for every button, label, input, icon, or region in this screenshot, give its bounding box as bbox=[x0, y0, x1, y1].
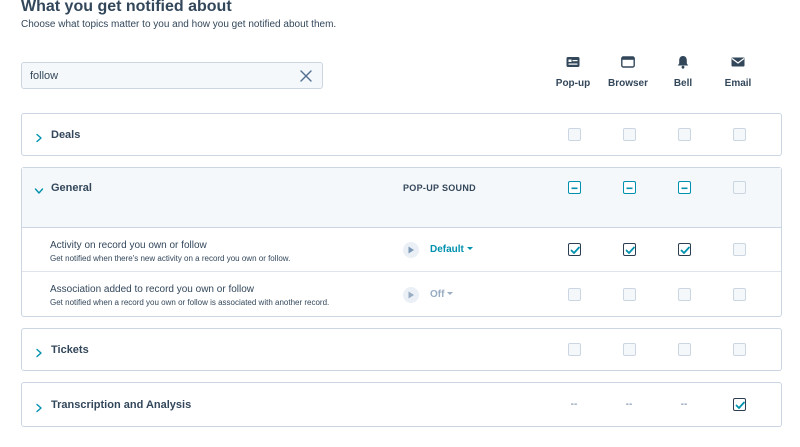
checkbox-activity-browser[interactable] bbox=[623, 243, 636, 256]
checkbox-activity-bell[interactable] bbox=[678, 243, 691, 256]
sound-dropdown[interactable]: Default bbox=[430, 244, 473, 255]
row-description: Get notified when there's new activity o… bbox=[50, 254, 291, 263]
search-box bbox=[21, 62, 323, 89]
caret-down-icon bbox=[447, 292, 454, 295]
notification-row: Activity on record you own or follow Get… bbox=[22, 228, 781, 272]
search-input[interactable] bbox=[28, 67, 288, 85]
page-title: What you get notified about bbox=[21, 0, 232, 15]
checkbox-general-bell[interactable] bbox=[678, 181, 691, 194]
browser-icon bbox=[600, 55, 656, 71]
checkbox-association-bell[interactable] bbox=[678, 288, 691, 301]
checkbox-general-popup[interactable] bbox=[568, 181, 581, 194]
play-sound-button[interactable] bbox=[403, 242, 419, 258]
not-available-bell: -- bbox=[680, 399, 688, 410]
column-header-popup: Pop-up bbox=[545, 55, 601, 89]
column-header-browser: Browser bbox=[600, 55, 656, 89]
column-header-email: Email bbox=[710, 55, 766, 89]
checkbox-general-email[interactable] bbox=[733, 181, 746, 194]
category-label-transcription[interactable]: Transcription and Analysis bbox=[51, 399, 191, 411]
checkbox-activity-popup[interactable] bbox=[568, 243, 581, 256]
checkbox-tickets-bell[interactable] bbox=[678, 343, 691, 356]
chevron-right-icon[interactable] bbox=[34, 400, 44, 413]
page-subtitle: Choose what topics matter to you and how… bbox=[21, 19, 337, 30]
play-sound-button[interactable] bbox=[403, 287, 419, 303]
category-card-transcription: Transcription and Analysis -- -- -- bbox=[21, 382, 782, 427]
checkbox-transcription-email[interactable] bbox=[733, 398, 746, 411]
chevron-right-icon[interactable] bbox=[34, 345, 44, 358]
not-available-popup: -- bbox=[570, 399, 578, 410]
checkbox-deals-bell[interactable] bbox=[678, 128, 691, 141]
sound-dropdown[interactable]: Off bbox=[430, 289, 454, 300]
bell-icon bbox=[655, 55, 711, 71]
category-label-general[interactable]: General bbox=[51, 182, 92, 194]
row-title: Activity on record you own or follow bbox=[50, 240, 207, 251]
checkbox-tickets-popup[interactable] bbox=[568, 343, 581, 356]
category-card-deals: Deals bbox=[21, 113, 782, 156]
checkbox-association-browser[interactable] bbox=[623, 288, 636, 301]
row-description: Get notified when a record you own or fo… bbox=[50, 298, 330, 307]
checkbox-activity-email[interactable] bbox=[733, 243, 746, 256]
checkbox-tickets-email[interactable] bbox=[733, 343, 746, 356]
category-label-deals[interactable]: Deals bbox=[51, 129, 80, 141]
not-available-browser: -- bbox=[625, 399, 633, 410]
email-icon bbox=[710, 55, 766, 71]
row-title: Association added to record you own or f… bbox=[50, 284, 255, 295]
checkbox-deals-popup[interactable] bbox=[568, 128, 581, 141]
caret-down-icon bbox=[466, 247, 473, 250]
checkbox-deals-email[interactable] bbox=[733, 128, 746, 141]
checkbox-deals-browser[interactable] bbox=[623, 128, 636, 141]
pop-up-sound-header: POP-UP SOUND bbox=[403, 183, 476, 193]
clear-search-icon[interactable] bbox=[299, 69, 313, 83]
checkbox-general-browser[interactable] bbox=[623, 181, 636, 194]
category-card-tickets: Tickets bbox=[21, 328, 782, 371]
checkbox-association-popup[interactable] bbox=[568, 288, 581, 301]
category-card-general: General POP-UP SOUND Activity on record … bbox=[21, 167, 782, 317]
column-header-bell: Bell bbox=[655, 55, 711, 89]
checkbox-tickets-browser[interactable] bbox=[623, 343, 636, 356]
category-header-general: General POP-UP SOUND bbox=[22, 168, 781, 228]
checkbox-association-email[interactable] bbox=[733, 288, 746, 301]
popup-icon bbox=[545, 55, 601, 71]
notification-row: Association added to record you own or f… bbox=[22, 273, 781, 317]
category-label-tickets[interactable]: Tickets bbox=[51, 344, 89, 356]
chevron-right-icon[interactable] bbox=[34, 130, 44, 143]
chevron-down-icon[interactable] bbox=[34, 183, 44, 194]
